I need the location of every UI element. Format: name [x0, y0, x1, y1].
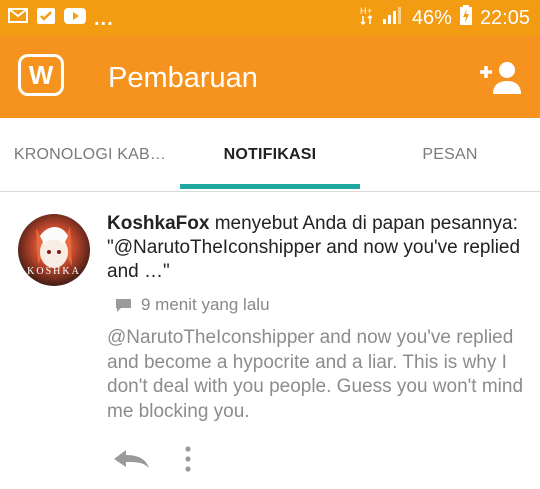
tab-notifikasi[interactable]: NOTIFIKASI [180, 118, 360, 191]
tab-kronologi[interactable]: KRONOLOGI KAB… [0, 118, 180, 191]
app-bar: W Pembaruan [0, 36, 540, 118]
battery-charging-icon [459, 5, 472, 31]
notification-headline[interactable]: KoshkaFox menyebut Anda di papan pesanny… [107, 212, 527, 284]
battery-percent: 46% [411, 6, 452, 29]
mail-icon [8, 8, 28, 28]
svg-text:KOSHKA: KOSHKA [27, 266, 81, 277]
svg-text:+: + [367, 6, 372, 16]
logo-letter: W [28, 60, 54, 90]
username-link[interactable]: KoshkaFox [107, 213, 209, 234]
page-title: Pembaruan [108, 62, 258, 94]
add-user-icon [480, 62, 521, 94]
more-options-icon[interactable] [182, 445, 194, 473]
clock: 22:05 [479, 6, 530, 29]
system-icons: H + 46% 22:05 [360, 0, 530, 36]
notification-icons: ... [8, 0, 114, 36]
message-body: @NarutoTheIconshipper and now you've rep… [107, 327, 524, 422]
tab-pesan[interactable]: PESAN [360, 118, 540, 191]
signal-icon [382, 5, 404, 31]
media-icon [36, 7, 56, 30]
notification-item[interactable]: KOSHKA KoshkaFox menyebut Anda di papan … [0, 192, 540, 489]
tab-label: NOTIFIKASI [223, 145, 317, 163]
add-user-button[interactable] [478, 58, 522, 98]
tab-label: PESAN [422, 145, 478, 163]
data-transfer-icon: H + [360, 5, 374, 31]
avatar[interactable]: KOSHKA [18, 214, 90, 286]
timestamp: 9 menit yang lalu [141, 295, 270, 314]
youtube-icon [64, 7, 86, 29]
reply-icon[interactable] [112, 447, 150, 471]
svg-text:H: H [360, 6, 367, 16]
more-notifications-indicator: ... [94, 7, 114, 30]
notification-actions [112, 444, 194, 474]
avatar-image: KOSHKA [18, 214, 90, 286]
tab-bar: KRONOLOGI KAB… NOTIFIKASI PESAN [0, 118, 540, 192]
tab-label: KRONOLOGI KAB… [13, 145, 167, 163]
status-bar: ... H + 46% 22:05 [0, 0, 540, 36]
wattpad-logo[interactable]: W [18, 54, 64, 96]
comment-icon [116, 298, 131, 312]
notification-meta: 9 menit yang lalu [115, 294, 270, 316]
active-tab-indicator [180, 184, 360, 189]
